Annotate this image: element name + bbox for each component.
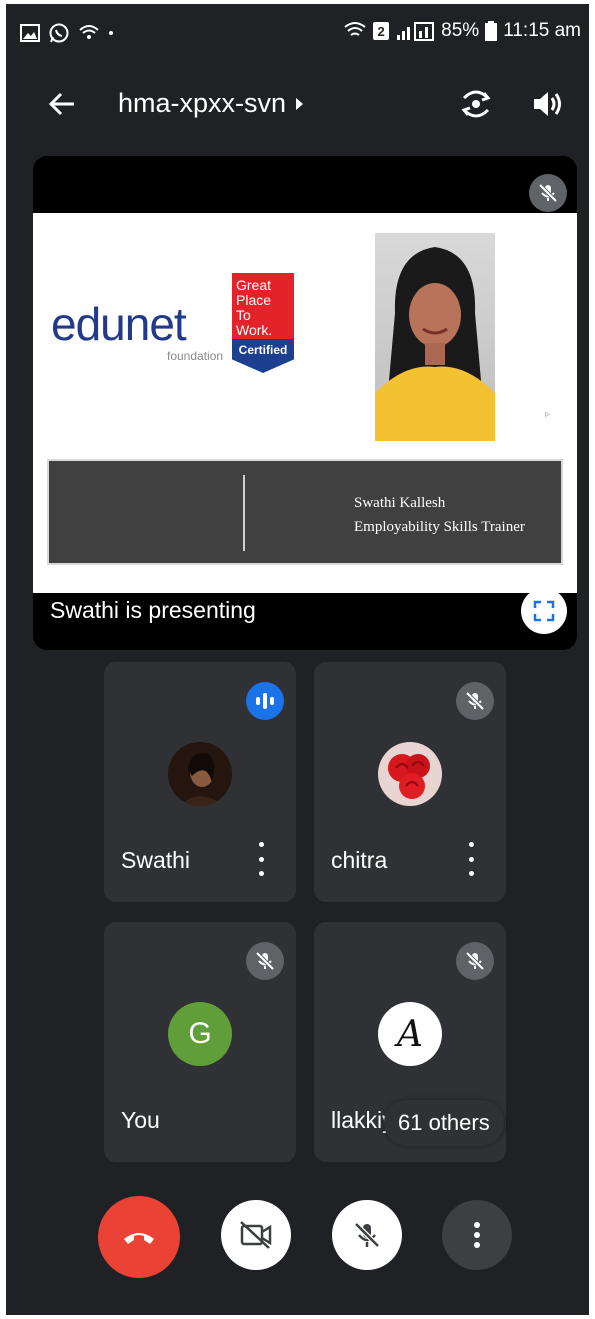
whatsapp-icon	[48, 22, 70, 44]
others-count-chip[interactable]: 61 others	[384, 1100, 504, 1146]
trainer-role: Employability Skills Trainer	[354, 519, 525, 535]
presenting-label: Swathi is presenting	[50, 597, 256, 623]
gallery-icon	[20, 23, 40, 43]
status-bar: 2 85% 11:15 am	[6, 4, 589, 60]
mic-off-icon	[456, 682, 494, 720]
fullscreen-button[interactable]	[521, 588, 567, 634]
badge-title: Great Place To Work.	[232, 273, 294, 339]
edunet-logo: edunet foundation	[51, 301, 223, 363]
speaker-icon[interactable]	[528, 86, 564, 122]
participant-tile-llakkiya[interactable]: A llakkiya 61 others	[314, 922, 506, 1162]
battery-percent: 85%	[441, 20, 480, 41]
badge-line: Work.	[236, 322, 273, 338]
caption-divider	[243, 475, 245, 551]
status-bar-notifications	[20, 22, 114, 44]
trainer-photo	[375, 233, 495, 441]
avatar-initial: A	[378, 1002, 442, 1066]
switch-camera-icon[interactable]	[456, 84, 496, 124]
camera-toggle-button[interactable]	[221, 1200, 291, 1270]
shared-slide: edunet foundation Great Place To Work. C…	[33, 213, 577, 593]
more-options-icon[interactable]	[464, 842, 478, 876]
signal-icon	[395, 21, 435, 41]
more-options-button[interactable]	[442, 1200, 512, 1270]
participant-name: Swathi	[121, 847, 191, 873]
camera-off-icon	[240, 1221, 272, 1249]
badge-line: To	[236, 307, 251, 323]
meeting-code-button[interactable]: hma-xpxx-svn	[118, 88, 304, 119]
badge-line: Place	[236, 292, 272, 308]
meeting-code: hma-xpxx-svn	[118, 88, 287, 118]
wifi-calling-icon	[78, 23, 100, 43]
trainer-name: Swathi Kallesh	[354, 495, 446, 511]
meet-screen: 2 85% 11:15 am hma-xpxx-svn edunet found…	[6, 4, 589, 1315]
avatar	[378, 742, 442, 806]
back-arrow-icon[interactable]	[44, 86, 80, 122]
participant-tile-you[interactable]: G You	[104, 922, 296, 1162]
badge-certified: Certified	[232, 339, 294, 373]
badge-line: Great	[236, 277, 272, 293]
sim-slot-icon: 2	[373, 22, 390, 40]
avatar-initial: G	[168, 1002, 232, 1066]
clock: 11:15 am	[503, 20, 581, 41]
hang-up-icon	[124, 1233, 154, 1244]
logo-text: edunet	[51, 298, 187, 350]
pointer-icon: ▹	[545, 409, 551, 420]
mic-off-icon	[529, 174, 567, 212]
presentation-tile[interactable]: edunet foundation Great Place To Work. C…	[33, 156, 577, 650]
mic-off-icon	[456, 942, 494, 980]
speaking-indicator-icon	[246, 682, 284, 720]
more-notifications-icon	[108, 30, 114, 36]
end-call-button[interactable]	[98, 1196, 180, 1278]
great-place-to-work-badge: Great Place To Work. Certified	[232, 273, 294, 401]
participant-tile-swathi[interactable]: Swathi	[104, 662, 296, 902]
mic-toggle-button[interactable]	[332, 1200, 402, 1270]
participant-tile-chitra[interactable]: chitra	[314, 662, 506, 902]
battery-icon	[485, 21, 498, 41]
status-bar-system: 2 85% 11:15 am	[343, 20, 581, 42]
mic-off-icon	[354, 1222, 380, 1248]
participant-name: chitra	[331, 847, 388, 873]
caret-right-icon	[296, 97, 304, 110]
trainer-caption: Swathi Kallesh Employability Skills Trai…	[47, 459, 563, 565]
wifi-icon	[343, 21, 367, 41]
more-vert-icon	[474, 1222, 480, 1248]
mic-off-icon	[246, 942, 284, 980]
more-options-icon[interactable]	[254, 842, 268, 876]
participant-name: You	[121, 1107, 160, 1133]
logo-subtitle: foundation	[167, 349, 224, 363]
meeting-header: hma-xpxx-svn	[6, 74, 589, 134]
avatar	[168, 742, 232, 806]
fullscreen-icon	[533, 600, 555, 622]
